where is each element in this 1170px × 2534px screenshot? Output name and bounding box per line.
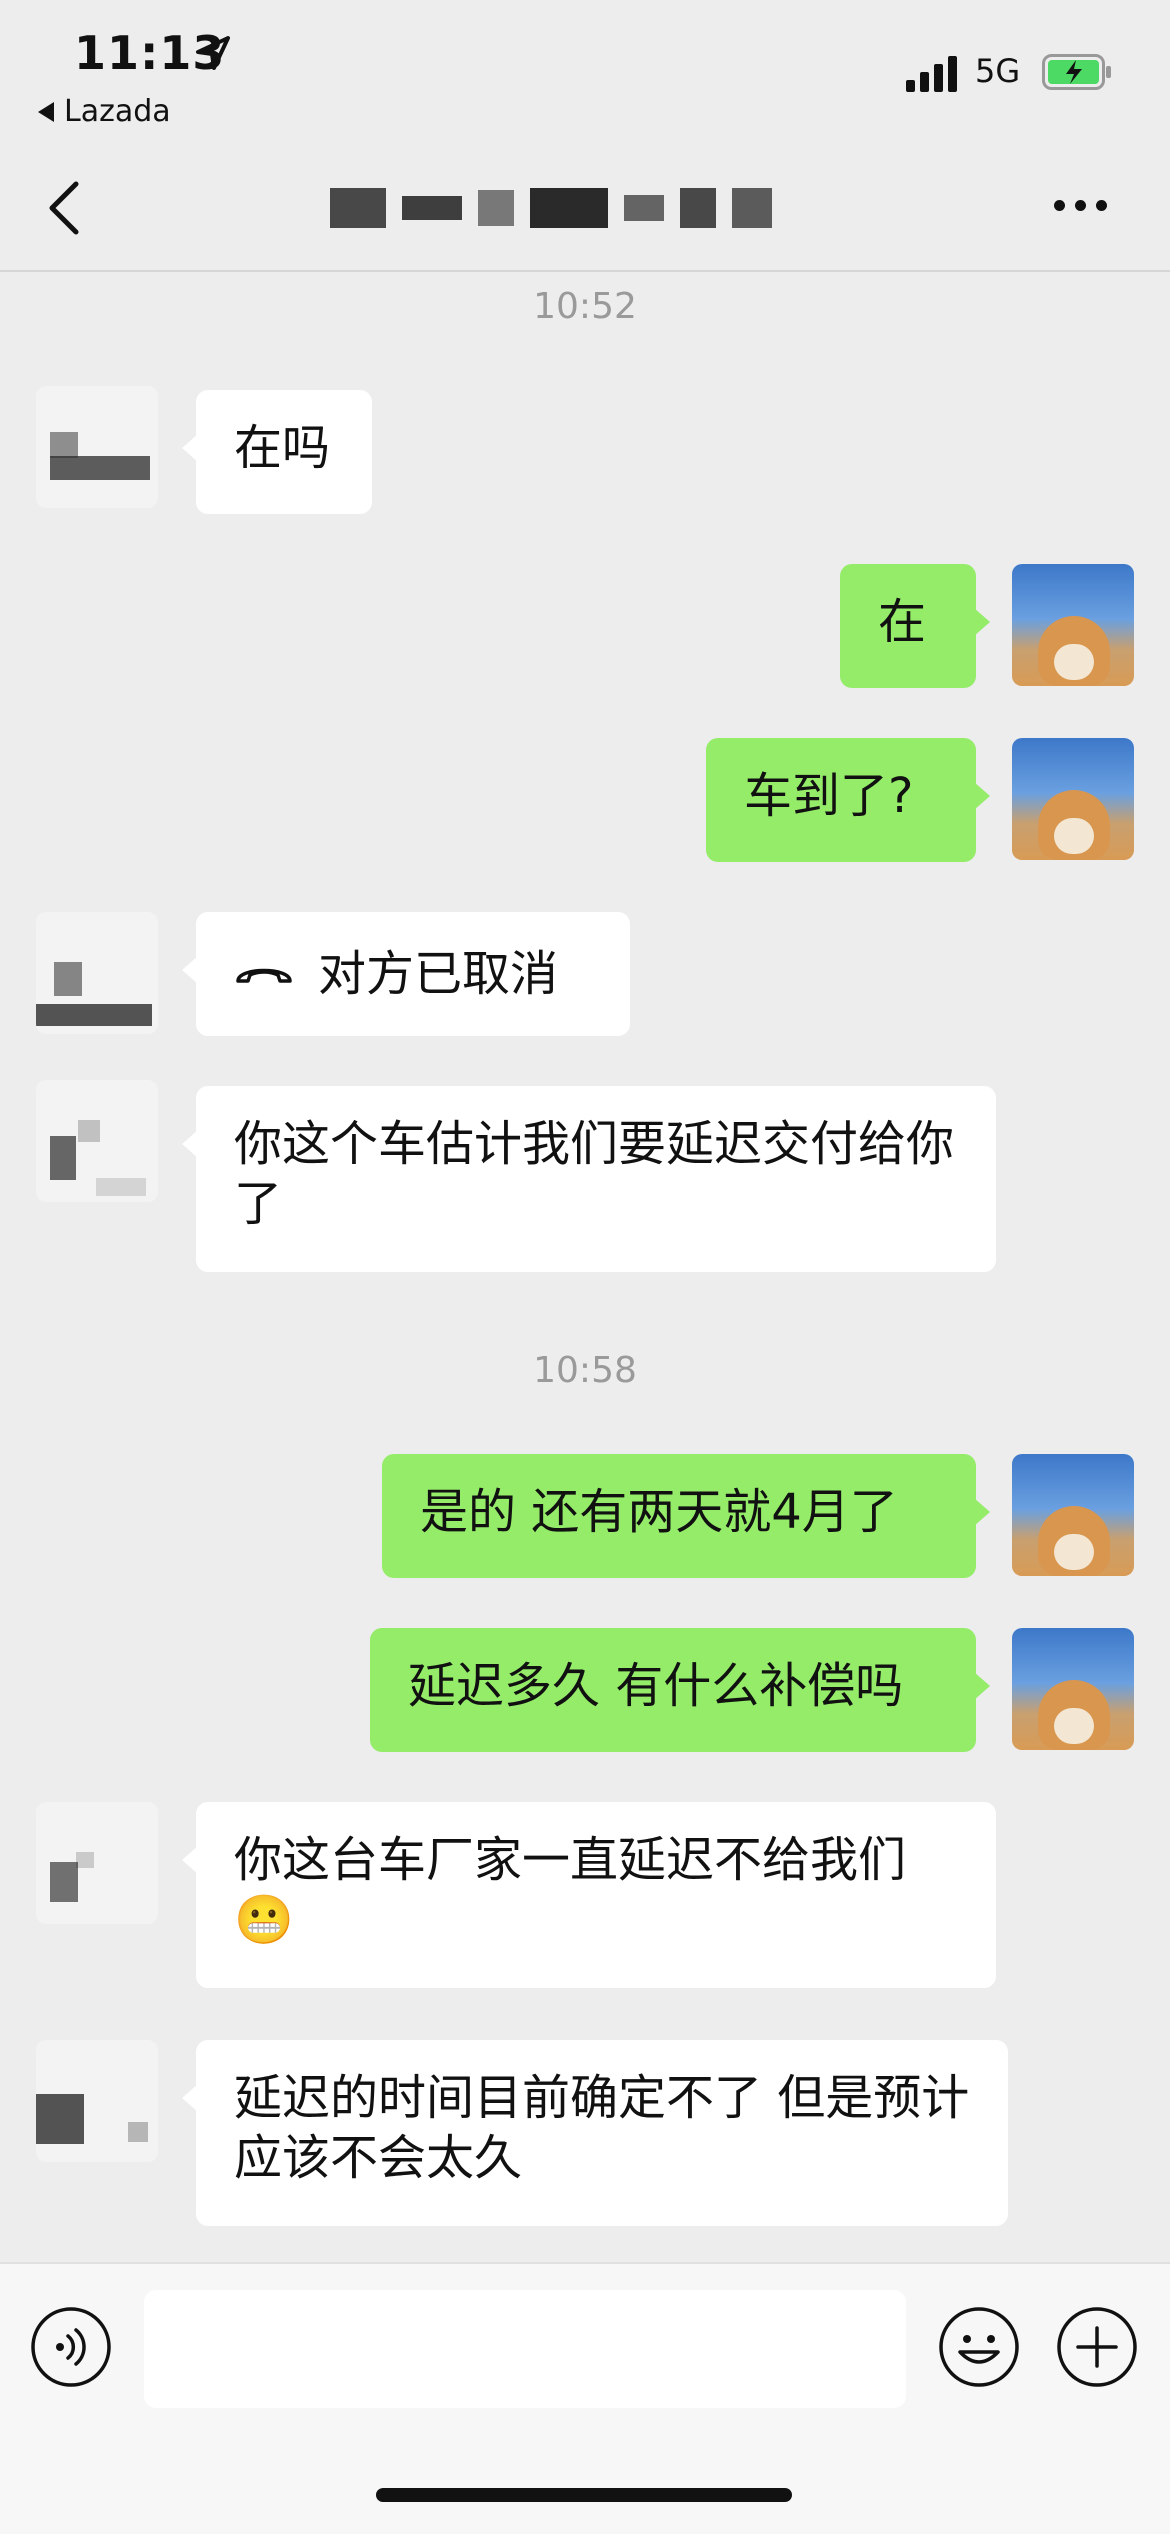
network-type: 5G — [975, 52, 1021, 90]
voice-icon[interactable] — [30, 2306, 112, 2388]
message-bubble-other[interactable]: 你这台车厂家一直延迟不给我们 😬 — [182, 1802, 996, 1988]
avatar-me[interactable] — [1012, 564, 1134, 686]
message-bubble-me[interactable]: 延迟多久 有什么补偿吗 — [370, 1628, 990, 1752]
timestamp: 10:52 — [533, 286, 637, 327]
status-bar: 11:13 Lazada 5G — [0, 0, 1170, 140]
plus-icon[interactable] — [1056, 2306, 1138, 2388]
home-indicator[interactable] — [376, 2488, 792, 2502]
avatar-other[interactable] — [36, 1080, 158, 1202]
chat-title-obscured — [330, 180, 850, 236]
timestamp: 10:58 — [533, 1350, 637, 1391]
message-bubble-other[interactable]: 延迟的时间目前确定不了 但是预计应该不会太久 — [182, 2040, 1008, 2226]
location-arrow-icon — [196, 36, 230, 70]
grimace-emoji-icon: 😬 — [234, 1892, 294, 1948]
call-cancelled-bubble[interactable]: 对方已取消 — [182, 912, 630, 1036]
message-bubble-me[interactable]: 车到了? — [706, 738, 990, 862]
message-input[interactable] — [144, 2290, 906, 2408]
emoji-icon[interactable] — [938, 2306, 1020, 2388]
chat-header — [0, 140, 1170, 272]
back-triangle-icon — [38, 101, 54, 122]
avatar-other[interactable] — [36, 386, 158, 508]
avatar-me[interactable] — [1012, 1454, 1134, 1576]
message-bubble-me[interactable]: 是的 还有两天就4月了 — [382, 1454, 990, 1578]
avatar-me[interactable] — [1012, 1628, 1134, 1750]
avatar-other[interactable] — [36, 1802, 158, 1924]
battery-charging-icon — [1042, 54, 1111, 90]
message-bubble-other[interactable]: 你这个车估计我们要延迟交付给你了 — [182, 1086, 996, 1272]
back-app-label: Lazada — [64, 94, 171, 129]
cellular-signal-icon — [906, 56, 957, 92]
phone-hangup-icon — [236, 968, 292, 983]
message-bubble-other[interactable]: 在吗 — [182, 390, 372, 514]
back-to-app[interactable]: Lazada — [38, 94, 171, 129]
avatar-other[interactable] — [36, 2040, 158, 2162]
message-text: 你这台车厂家一直延迟不给我们 — [234, 1832, 907, 1888]
avatar-other[interactable] — [36, 912, 158, 1034]
back-chevron-icon[interactable] — [44, 180, 84, 236]
message-bubble-me[interactable]: 在 — [840, 564, 990, 688]
call-status-text: 对方已取消 — [318, 946, 559, 1002]
more-options-icon[interactable] — [1054, 200, 1107, 211]
avatar-me[interactable] — [1012, 738, 1134, 860]
